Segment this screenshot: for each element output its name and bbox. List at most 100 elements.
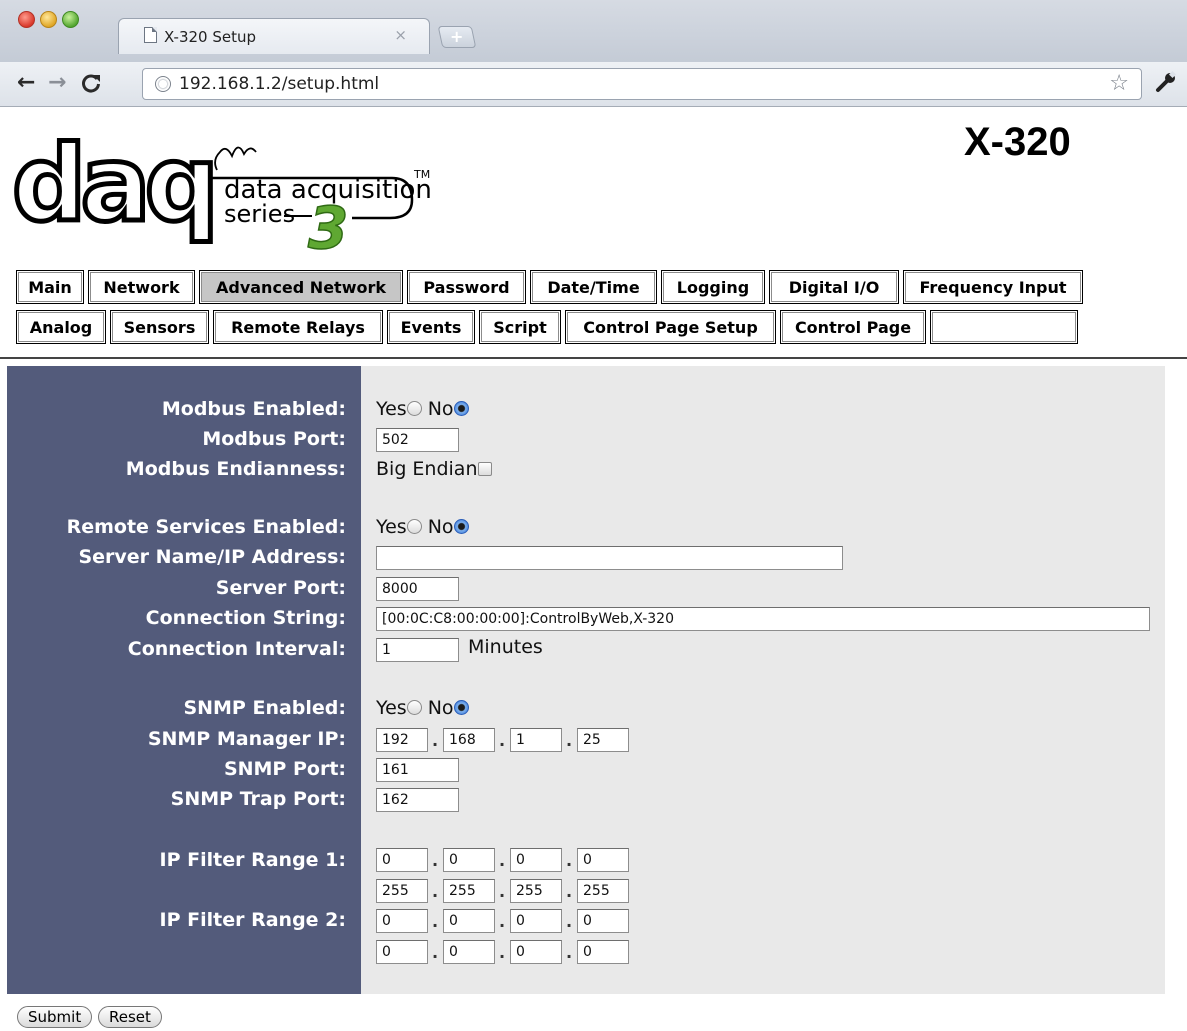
plus-icon: +	[450, 27, 464, 46]
ip-filter-2-end-octet-2[interactable]: 0	[443, 940, 495, 964]
remote-services-group: Yes No	[376, 516, 469, 538]
label-ip-filter-1: IP Filter Range 1:	[159, 849, 346, 871]
remote-no-radio[interactable]	[453, 519, 469, 534]
snmp-ip-octet-2[interactable]: 168	[443, 728, 495, 752]
header-divider	[0, 357, 1187, 359]
nav-tab-date-time[interactable]: Date/Time	[530, 270, 657, 304]
minutes-unit: Minutes	[468, 636, 543, 658]
nav-tab-logging[interactable]: Logging	[661, 270, 765, 304]
snmp-ip-octet-1[interactable]: 192	[376, 728, 428, 752]
ip-dot: .	[432, 731, 439, 750]
nav-tab-frequency-input[interactable]: Frequency Input	[903, 270, 1083, 304]
wrench-icon[interactable]	[1154, 70, 1178, 99]
svg-text:TM: TM	[413, 168, 430, 181]
ip-dot: .	[432, 882, 439, 901]
big-endian-checkbox[interactable]	[477, 462, 492, 476]
nav-tab-empty[interactable]	[930, 310, 1078, 344]
submit-button[interactable]: Submit	[17, 1006, 93, 1028]
browser-tab[interactable]: X-320 Setup ×	[118, 18, 430, 54]
label-modbus-port: Modbus Port:	[202, 428, 346, 450]
modbus-no-label: No	[427, 398, 454, 420]
modbus-port-input[interactable]: 502	[376, 428, 459, 452]
nav-row-1: Main Network Advanced Network Password D…	[16, 270, 1087, 304]
ip-dot: .	[432, 943, 439, 962]
snmp-port-input[interactable]: 161	[376, 758, 459, 782]
ip-dot: .	[566, 882, 573, 901]
remote-no-label: No	[427, 516, 454, 538]
snmp-trap-port-input[interactable]: 162	[376, 788, 459, 812]
ip-filter-1-start-octet-4[interactable]: 0	[577, 848, 629, 872]
server-name-input[interactable]	[376, 546, 843, 570]
window-close-icon[interactable]	[18, 11, 35, 28]
connection-string-input[interactable]: [00:0C:C8:00:00:00]:ControlByWeb,X-320	[376, 607, 1150, 631]
modbus-no-radio[interactable]	[453, 401, 469, 416]
nav-tab-advanced-network[interactable]: Advanced Network	[199, 270, 403, 304]
ip-filter-2-start-octet-2[interactable]: 0	[443, 909, 495, 933]
modbus-yes-radio[interactable]	[406, 401, 422, 416]
nav-tab-password[interactable]: Password	[407, 270, 526, 304]
snmp-ip-octet-3[interactable]: 1	[510, 728, 562, 752]
label-snmp-enabled: SNMP Enabled:	[183, 697, 346, 719]
ip-filter-1-start-octet-2[interactable]: 0	[443, 848, 495, 872]
snmp-yes-radio[interactable]	[406, 700, 422, 715]
tab-title: X-320 Setup	[164, 28, 256, 46]
ip-filter-2-start-octet-3[interactable]: 0	[510, 909, 562, 933]
nav-tab-control-page-setup[interactable]: Control Page Setup	[565, 310, 776, 344]
nav-tab-analog[interactable]: Analog	[16, 310, 106, 344]
label-snmp-port: SNMP Port:	[223, 758, 346, 780]
snmp-enabled-group: Yes No	[376, 697, 469, 719]
label-modbus-endianness: Modbus Endianness:	[125, 458, 346, 480]
tab-close-icon[interactable]: ×	[394, 26, 407, 44]
server-port-input[interactable]: 8000	[376, 577, 459, 601]
address-bar[interactable]: 192.168.1.2/setup.html ☆	[142, 68, 1142, 100]
snmp-ip-octet-4[interactable]: 25	[577, 728, 629, 752]
nav-tab-sensors[interactable]: Sensors	[110, 310, 209, 344]
ip-dot: .	[499, 731, 506, 750]
ip-filter-1-start-octet-1[interactable]: 0	[376, 848, 428, 872]
window-zoom-icon[interactable]	[62, 11, 79, 28]
url-text: 192.168.1.2/setup.html	[179, 74, 380, 94]
modbus-enabled-group: Yes No	[376, 398, 469, 420]
modbus-endianness-group: Big Endian	[376, 458, 492, 480]
nav-tab-script[interactable]: Script	[479, 310, 561, 344]
ip-filter-1-start-octet-3[interactable]: 0	[510, 848, 562, 872]
arrow-right-icon[interactable]: →	[48, 70, 66, 95]
ip-filter-1-end-octet-2[interactable]: 255	[443, 879, 495, 903]
window-minimize-icon[interactable]	[40, 11, 57, 28]
svg-text:3: 3	[308, 194, 348, 258]
label-modbus-enabled: Modbus Enabled:	[161, 398, 346, 420]
ip-filter-2-start-octet-1[interactable]: 0	[376, 909, 428, 933]
label-server-port: Server Port:	[215, 577, 346, 599]
label-connection-interval: Connection Interval:	[127, 638, 346, 660]
new-tab-button[interactable]: +	[437, 26, 477, 48]
nav-tab-digital-io[interactable]: Digital I/O	[769, 270, 899, 304]
arrow-left-icon[interactable]: ←	[17, 70, 35, 95]
reload-icon[interactable]	[80, 70, 102, 100]
ip-dot: .	[432, 912, 439, 931]
nav-tab-control-page[interactable]: Control Page	[780, 310, 926, 344]
ip-filter-2-start-octet-4[interactable]: 0	[577, 909, 629, 933]
nav-tab-main[interactable]: Main	[16, 270, 84, 304]
nav-tab-events[interactable]: Events	[387, 310, 475, 344]
reset-button[interactable]: Reset	[98, 1006, 162, 1028]
ip-filter-2-end-octet-3[interactable]: 0	[510, 940, 562, 964]
nav-tab-remote-relays[interactable]: Remote Relays	[213, 310, 383, 344]
ip-filter-1-end-octet-1[interactable]: 255	[376, 879, 428, 903]
label-remote-services-enabled: Remote Services Enabled:	[66, 516, 346, 538]
ip-dot: .	[566, 912, 573, 931]
modbus-yes-label: Yes	[376, 398, 407, 420]
globe-icon	[155, 76, 171, 92]
remote-yes-radio[interactable]	[406, 519, 422, 534]
ip-dot: .	[499, 851, 506, 870]
big-endian-label: Big Endian	[376, 458, 478, 480]
star-icon[interactable]: ☆	[1109, 71, 1129, 96]
ip-filter-1-end-octet-3[interactable]: 255	[510, 879, 562, 903]
ip-dot: .	[499, 943, 506, 962]
connection-interval-input[interactable]: 1	[376, 638, 459, 662]
nav-tab-network[interactable]: Network	[88, 270, 195, 304]
ip-filter-2-end-octet-1[interactable]: 0	[376, 940, 428, 964]
ip-filter-2-end-octet-4[interactable]: 0	[577, 940, 629, 964]
ip-filter-1-end-octet-4[interactable]: 255	[577, 879, 629, 903]
snmp-no-radio[interactable]	[453, 700, 469, 715]
ip-dot: .	[566, 851, 573, 870]
